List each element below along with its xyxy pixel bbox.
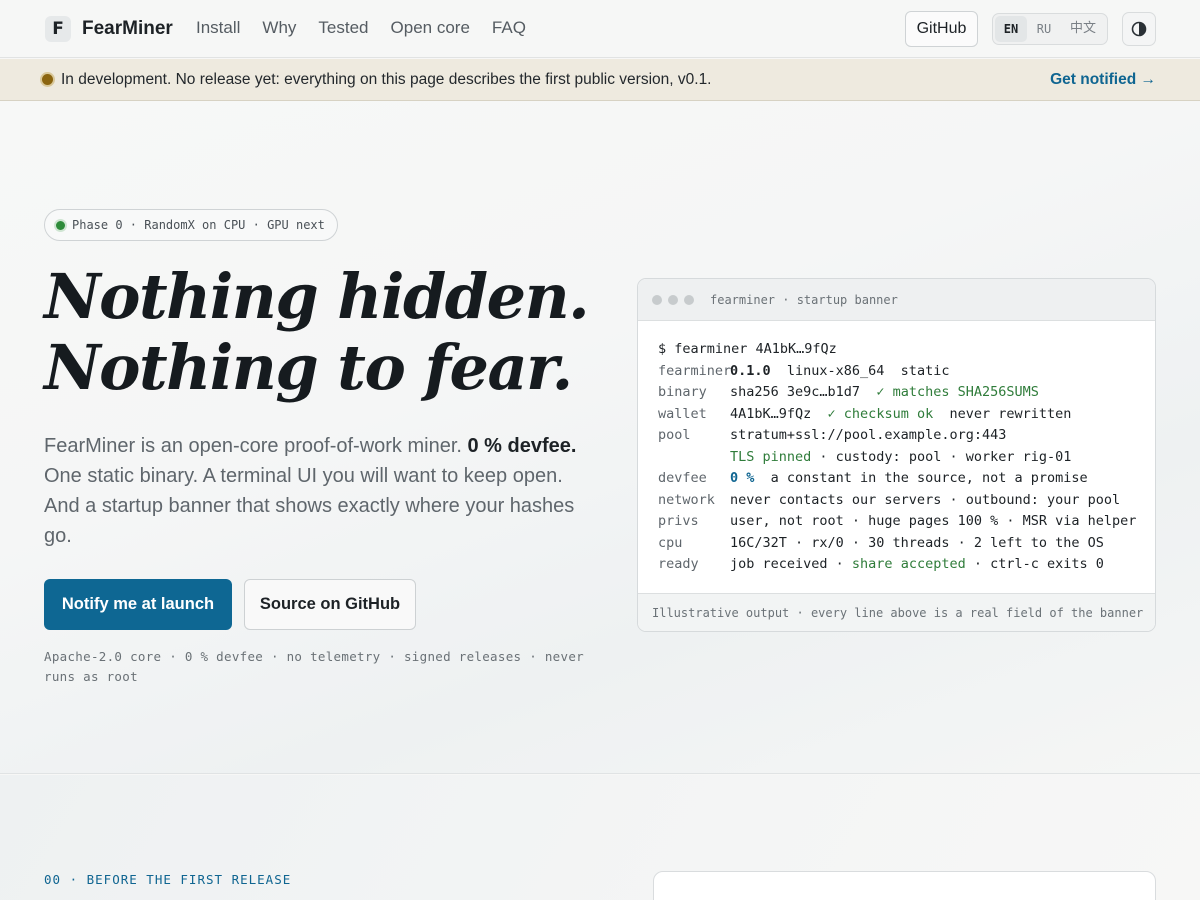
line-key: wallet: [658, 405, 707, 422]
ready-rest: · ctrl-c exits 0: [965, 556, 1104, 572]
headline-line-1: Nothing hidden.: [44, 260, 590, 333]
cpu-value: 16C/32T · rx/0 · 30 threads · 2 left to …: [730, 534, 1104, 551]
lang-en-button[interactable]: EN: [995, 16, 1027, 42]
section-eyebrow: 00 · BEFORE THE FIRST RELEASE: [44, 872, 292, 887]
terminal-line-wallet: wallet 4A1bK…9fQz ✓ checksum ok never rew…: [658, 404, 1155, 426]
terminal-line-devfee: devfee 0 % a constant in the source, not …: [658, 468, 1155, 490]
banner-message: In development. No release yet: everythi…: [61, 71, 712, 88]
theme-toggle-button[interactable]: [1122, 12, 1156, 46]
window-dot-icon: [684, 294, 694, 305]
binary-value: sha256 3e9c…b1d7: [730, 384, 877, 400]
lead-devfee: 0 % devfee.: [467, 435, 577, 457]
ready-ok: share accepted: [851, 556, 966, 572]
pool-tls-ok: TLS pinned: [730, 448, 812, 465]
wallet-value: 4A1bK…9fQz: [730, 405, 828, 422]
privs-value: user, not root · huge pages 100 % · MSR …: [730, 513, 1137, 529]
hero-facts: Apache-2.0 core · 0 % devfee · no teleme…: [44, 649, 584, 684]
terminal-line-cpu: cpu 16C/32T · rx/0 · 30 threads · 2 left …: [658, 533, 1155, 555]
terminal-title: fearminer · startup banner: [710, 292, 898, 307]
github-button[interactable]: GitHub: [905, 11, 978, 47]
wallet-rest: never rewritten: [933, 405, 1072, 422]
network-value: never contacts our servers · outbound: y…: [730, 491, 1121, 508]
line-key: pool: [658, 427, 691, 443]
line-key: cpu: [658, 534, 683, 551]
phase-status-icon: [56, 220, 65, 230]
terminal-titlebar: fearminer · startup banner: [638, 279, 1155, 321]
pool-rest: · custody: pool · worker rig-01: [811, 448, 1072, 465]
devfee-rest: a constant in the source, not a promise: [754, 470, 1088, 486]
ready-value: job received ·: [730, 556, 852, 572]
window-dot-icon: [668, 294, 678, 305]
line-key: devfee: [658, 470, 707, 486]
lead-text-1: FearMiner is an open-core proof-of-work …: [44, 435, 468, 457]
terminal-line-version: fearminer0.1.0 linux-x86_64 static: [658, 361, 1155, 383]
devfee-value: 0 %: [730, 470, 755, 486]
terminal-window: fearminer · startup banner $ fearminer 4…: [637, 278, 1156, 632]
phase-badge-text: Phase 0 · RandomX on CPU · GPU next: [72, 218, 325, 232]
wallet-ok: ✓ checksum ok: [827, 405, 934, 422]
version-number: 0.1.0: [730, 362, 771, 379]
contrast-icon: [1131, 21, 1147, 37]
terminal-line-prompt: $ fearminer 4A1bK…9fQz: [658, 339, 1155, 361]
hero-headline: Nothing hidden. Nothing to fear.: [44, 261, 604, 403]
terminal-output: $ fearminer 4A1bK…9fQz fearminer0.1.0 lin…: [638, 321, 1155, 593]
terminal-line-pool-tls: TLS pinned · custody: pool · worker rig-…: [658, 447, 1155, 469]
terminal-line-pool: pool stratum+ssl://pool.example.org:443: [658, 425, 1155, 447]
top-nav: F FearMiner Install Why Tested Open core…: [0, 0, 1200, 58]
prompt-command: $ fearminer 4A1bK…9fQz: [658, 341, 837, 357]
brand-name[interactable]: FearMiner: [82, 18, 173, 40]
binary-ok: ✓ matches SHA256SUMS: [876, 384, 1039, 400]
lang-ru-button[interactable]: RU: [1027, 16, 1061, 42]
window-dot-icon: [652, 294, 662, 305]
language-switcher: EN RU 中文: [992, 13, 1108, 45]
section-card: [653, 871, 1156, 900]
notify-me-button[interactable]: Notify me at launch: [44, 579, 232, 630]
next-section: 00 · BEFORE THE FIRST RELEASE: [0, 775, 1200, 900]
hero-section: Phase 0 · RandomX on CPU · GPU next Noth…: [0, 101, 1200, 774]
terminal-footer: Illustrative output · every line above i…: [638, 593, 1155, 631]
get-notified-link[interactable]: Get notified →: [1050, 71, 1156, 89]
hero-lead: FearMiner is an open-core proof-of-work …: [44, 431, 589, 551]
line-key: ready: [658, 556, 699, 572]
source-on-github-button[interactable]: Source on GitHub: [244, 579, 416, 630]
line-key: network: [658, 491, 715, 508]
nav-links: Install Why Tested Open core FAQ: [196, 18, 526, 38]
terminal-line-privs: privs user, not root · huge pages 100 % ·…: [658, 511, 1155, 533]
terminal-line-ready: ready job received · share accepted · ctr…: [658, 554, 1155, 576]
pool-value: stratum+ssl://pool.example.org:443: [730, 427, 1007, 443]
line-key: privs: [658, 513, 699, 529]
phase-badge: Phase 0 · RandomX on CPU · GPU next: [44, 209, 338, 241]
nav-link-open-core[interactable]: Open core: [391, 18, 470, 38]
terminal-line-binary: binary sha256 3e9c…b1d7 ✓ matches SHA256S…: [658, 382, 1155, 404]
version-rest: linux-x86_64 static: [770, 362, 950, 379]
nav-link-why[interactable]: Why: [262, 18, 296, 38]
nav-link-tested[interactable]: Tested: [318, 18, 368, 38]
dev-status-banner: In development. No release yet: everythi…: [0, 59, 1200, 101]
nav-link-install[interactable]: Install: [196, 18, 240, 38]
terminal-line-network: network never contacts our servers · outb…: [658, 490, 1155, 512]
line-key: binary: [658, 384, 707, 400]
nav-link-faq[interactable]: FAQ: [492, 18, 526, 38]
logo-icon[interactable]: F: [45, 16, 71, 42]
lang-zh-button[interactable]: 中文: [1061, 16, 1105, 42]
status-dot-icon: [42, 74, 53, 85]
line-key: fearminer: [658, 362, 732, 379]
headline-line-2: Nothing to fear.: [44, 331, 573, 404]
lead-text-2: One static binary. A terminal UI you wil…: [44, 465, 575, 547]
